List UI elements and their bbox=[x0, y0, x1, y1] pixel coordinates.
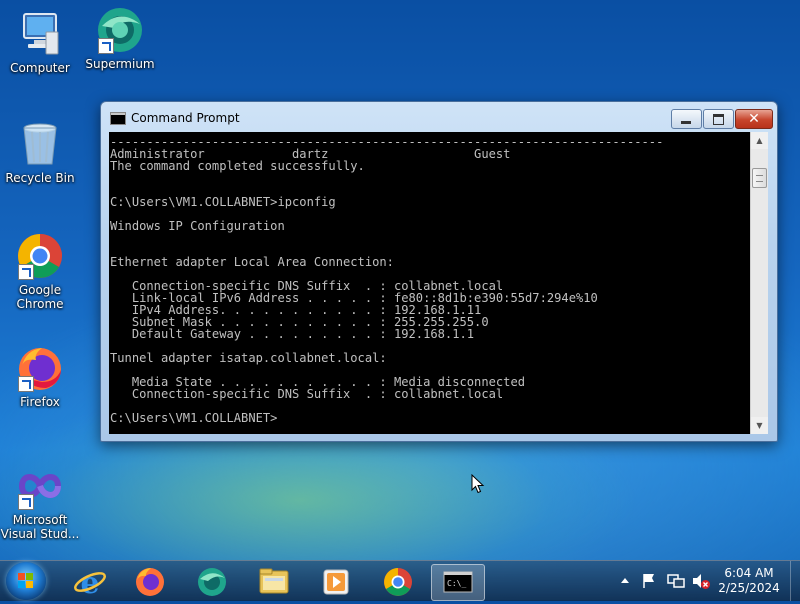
volume-muted-icon[interactable] bbox=[691, 572, 711, 590]
recycle-bin-icon bbox=[16, 120, 64, 168]
taskbar-firefox[interactable] bbox=[124, 564, 176, 599]
shortcut-arrow-icon bbox=[18, 376, 34, 392]
minimize-button[interactable] bbox=[671, 109, 702, 129]
desktop-icon-recycle-bin[interactable]: Recycle Bin bbox=[0, 120, 80, 185]
window-title: Command Prompt bbox=[131, 111, 240, 125]
console-output[interactable]: ----------------------------------------… bbox=[109, 132, 750, 434]
close-button[interactable]: ✕ bbox=[735, 109, 773, 129]
taskbar-google-chrome[interactable] bbox=[372, 564, 424, 599]
supermium-icon bbox=[198, 568, 226, 596]
desktop-icon-computer[interactable]: Computer bbox=[0, 10, 80, 75]
shortcut-arrow-icon bbox=[98, 38, 114, 54]
scrollbar-thumb[interactable] bbox=[752, 168, 767, 188]
taskbar-supermium[interactable] bbox=[186, 564, 238, 599]
clock-date: 2/25/2024 bbox=[718, 581, 780, 595]
computer-icon bbox=[16, 10, 64, 58]
desktop-icon-label: Google Chrome bbox=[16, 283, 64, 311]
folder-icon bbox=[259, 568, 289, 594]
console-text: ----------------------------------------… bbox=[110, 135, 664, 425]
show-desktop-button[interactable] bbox=[790, 561, 800, 601]
scroll-down-arrow-icon[interactable]: ▼ bbox=[751, 417, 768, 434]
supermium-icon bbox=[96, 6, 144, 54]
taskbar-command-prompt[interactable]: C:\_ bbox=[431, 564, 485, 601]
firefox-icon bbox=[136, 568, 164, 596]
scroll-up-arrow-icon[interactable]: ▲ bbox=[751, 132, 768, 149]
taskbar-windows-explorer[interactable] bbox=[248, 564, 300, 599]
svg-text:C:\_: C:\_ bbox=[447, 579, 466, 588]
shortcut-arrow-icon bbox=[18, 494, 34, 510]
desktop-icon-firefox[interactable]: Firefox bbox=[0, 344, 80, 409]
maximize-button[interactable] bbox=[703, 109, 734, 129]
internet-explorer-icon: e bbox=[74, 566, 106, 601]
desktop-icon-google-chrome[interactable]: Google Chrome bbox=[0, 232, 80, 311]
chrome-icon bbox=[384, 568, 412, 596]
desktop-icon-label: Recycle Bin bbox=[5, 171, 75, 185]
chrome-icon bbox=[16, 232, 64, 280]
taskbar-media-player[interactable] bbox=[310, 564, 362, 599]
visual-studio-icon bbox=[16, 462, 64, 510]
taskbar: e C:\_ 6:04 AM 2/25/2024 bbox=[0, 560, 800, 601]
desktop-icon-visual-studio[interactable]: Microsoft Visual Stud... bbox=[0, 462, 80, 541]
desktop-icon-label: Microsoft Visual Stud... bbox=[0, 513, 80, 541]
command-prompt-window[interactable]: Command Prompt ✕ -----------------------… bbox=[100, 101, 778, 442]
shortcut-arrow-icon bbox=[18, 264, 34, 280]
window-titlebar[interactable]: Command Prompt ✕ bbox=[101, 102, 777, 132]
desktop-icon-label: Computer bbox=[10, 61, 70, 75]
svg-text:e: e bbox=[80, 566, 99, 599]
desktop-icon-supermium[interactable]: Supermium bbox=[80, 6, 160, 71]
desktop-icon-label: Supermium bbox=[85, 57, 155, 71]
windows-logo-icon bbox=[18, 573, 34, 589]
mouse-cursor-icon bbox=[471, 474, 485, 494]
clock-time: 6:04 AM bbox=[724, 566, 774, 580]
taskbar-internet-explorer[interactable]: e bbox=[64, 564, 116, 601]
vertical-scrollbar[interactable]: ▲ ▼ bbox=[750, 132, 768, 434]
close-icon: ✕ bbox=[748, 111, 760, 127]
desktop-icon-label: Firefox bbox=[20, 395, 60, 409]
cmd-icon bbox=[110, 112, 126, 125]
show-hidden-icons-icon[interactable] bbox=[620, 574, 630, 588]
cmd-icon: C:\_ bbox=[443, 571, 473, 593]
firefox-icon bbox=[16, 344, 64, 392]
start-button[interactable] bbox=[6, 562, 46, 600]
maximize-icon bbox=[713, 114, 724, 125]
taskbar-clock[interactable]: 6:04 AM 2/25/2024 bbox=[716, 566, 782, 596]
minimize-icon bbox=[681, 121, 691, 124]
network-icon[interactable] bbox=[666, 572, 686, 590]
media-player-icon bbox=[323, 569, 349, 595]
action-center-flag-icon[interactable] bbox=[641, 572, 657, 590]
